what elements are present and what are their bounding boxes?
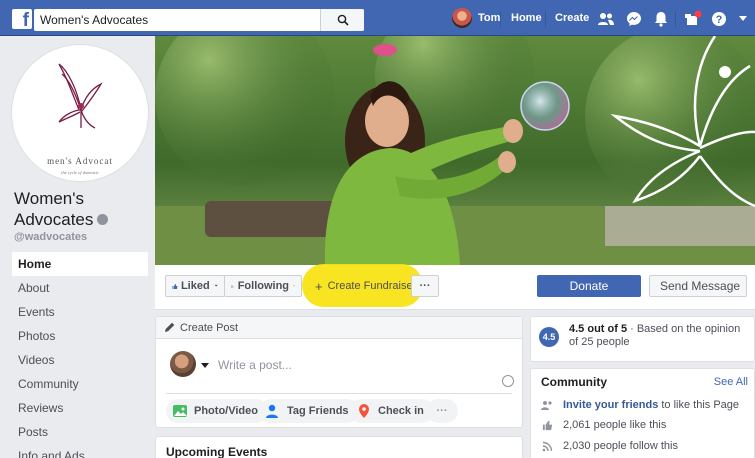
sidebar-item-info-and-ads[interactable]: Info and Ads bbox=[12, 444, 148, 458]
photo-video-button[interactable]: Photo/Video bbox=[166, 399, 268, 423]
composer-divider bbox=[166, 393, 512, 394]
more-options-icon: ··· bbox=[436, 405, 448, 417]
liked-button[interactable]: Liked bbox=[165, 275, 225, 297]
sidebar-item-photos[interactable]: Photos bbox=[12, 324, 148, 348]
check-in-button[interactable]: Check in bbox=[350, 399, 434, 423]
search-icon bbox=[337, 14, 349, 26]
cover-image bbox=[155, 36, 755, 265]
nav-divider bbox=[500, 11, 501, 27]
sidebar-item-reviews[interactable]: Reviews bbox=[12, 396, 148, 420]
create-post-title: Create Post bbox=[180, 322, 239, 334]
community-title: Community bbox=[541, 375, 607, 389]
search-box bbox=[34, 9, 364, 31]
cover-photo[interactable] bbox=[155, 36, 755, 265]
rating-badge: 4.5 bbox=[539, 327, 559, 347]
rating-summary[interactable]: 4.5 out of 5 · Based on the opinion of 2… bbox=[569, 323, 749, 349]
people-icon bbox=[541, 399, 553, 411]
user-name: Tom bbox=[478, 12, 501, 24]
rating-card: 4.5 4.5 out of 5 · Based on the opinion … bbox=[530, 316, 755, 362]
tag-friends-button[interactable]: Tag Friends bbox=[259, 399, 359, 423]
nav-divider bbox=[545, 11, 546, 27]
create-link[interactable]: Create bbox=[555, 0, 589, 36]
more-composer-options-button[interactable]: ··· bbox=[426, 399, 458, 423]
verified-badge-icon bbox=[97, 214, 109, 226]
sidebar-item-community[interactable]: Community bbox=[12, 372, 148, 396]
chevron-down-icon bbox=[214, 284, 218, 287]
page-handle[interactable]: @wadvocates bbox=[14, 231, 87, 243]
messenger-icon[interactable] bbox=[624, 9, 644, 29]
search-button[interactable] bbox=[320, 9, 364, 31]
write-post-input[interactable]: Write a post... bbox=[218, 358, 292, 372]
svg-text:the cycle of domestic: the cycle of domestic bbox=[61, 170, 99, 175]
likes-count: 2,061 people like this bbox=[563, 419, 667, 431]
butterfly-logo-icon: men's Advocat the cycle of domestic bbox=[47, 63, 113, 175]
donate-label: Donate bbox=[569, 279, 609, 293]
thumbs-up-icon bbox=[541, 419, 553, 431]
plus-icon: + bbox=[315, 278, 323, 294]
emoji-icon[interactable] bbox=[502, 375, 514, 387]
pencil-icon bbox=[165, 322, 175, 332]
search-input[interactable] bbox=[40, 12, 320, 28]
see-all-link[interactable]: See All bbox=[714, 376, 748, 388]
more-options-button[interactable]: ··· bbox=[411, 275, 439, 297]
upcoming-events-title: Upcoming Events bbox=[166, 445, 268, 458]
tag-friends-icon bbox=[265, 403, 281, 419]
thumbs-up-icon bbox=[172, 283, 178, 289]
composer-avatar[interactable] bbox=[170, 351, 196, 377]
create-post-header[interactable]: Create Post bbox=[156, 317, 522, 339]
chevron-down-icon bbox=[293, 285, 295, 287]
quick-help-icon[interactable] bbox=[683, 9, 703, 29]
sidebar-item-home[interactable]: Home bbox=[12, 252, 148, 276]
profile-link[interactable]: Tom bbox=[452, 0, 500, 36]
user-avatar bbox=[452, 8, 472, 28]
send-message-button[interactable]: Send Message bbox=[649, 275, 747, 297]
sidebar-item-posts[interactable]: Posts bbox=[12, 420, 148, 444]
top-navigation-bar: f Tom Home Create ? bbox=[0, 0, 755, 36]
page-action-bar: Liked Following + Create Fundraiser ··· … bbox=[155, 264, 755, 310]
create-fundraiser-button[interactable]: + Create Fundraiser bbox=[309, 275, 417, 297]
location-pin-icon bbox=[356, 403, 372, 419]
upcoming-events-card: Upcoming Events bbox=[155, 436, 523, 458]
create-fundraiser-label: Create Fundraiser bbox=[327, 280, 417, 292]
invite-friends-link[interactable]: Invite your friends bbox=[563, 399, 658, 411]
send-message-label: Send Message bbox=[660, 279, 741, 293]
follows-row: 2,030 people follow this bbox=[541, 440, 678, 452]
nav-divider bbox=[675, 11, 676, 27]
page-profile-picture[interactable]: men's Advocat the cycle of domestic bbox=[12, 45, 148, 181]
sidebar-item-events[interactable]: Events bbox=[12, 300, 148, 324]
check-in-label: Check in bbox=[378, 405, 424, 417]
sidebar-item-videos[interactable]: Videos bbox=[12, 348, 148, 372]
rss-follow-icon bbox=[231, 284, 234, 288]
page-sidebar-nav: Home About Events Photos Videos Communit… bbox=[12, 252, 148, 458]
notifications-bell-icon[interactable] bbox=[651, 9, 671, 29]
tag-friends-label: Tag Friends bbox=[287, 405, 349, 417]
following-button[interactable]: Following bbox=[224, 275, 302, 297]
more-options-icon: ··· bbox=[419, 280, 431, 292]
liked-label: Liked bbox=[180, 280, 210, 292]
following-label: Following bbox=[237, 280, 290, 292]
photo-video-label: Photo/Video bbox=[194, 405, 258, 417]
svg-text:?: ? bbox=[716, 14, 723, 26]
rss-follow-icon bbox=[541, 440, 553, 452]
sidebar-item-about[interactable]: About bbox=[12, 276, 148, 300]
account-menu-caret-icon[interactable] bbox=[733, 9, 753, 29]
photo-icon bbox=[172, 403, 188, 419]
facebook-logo-icon[interactable]: f bbox=[12, 9, 32, 29]
page-title[interactable]: Women's Advocates bbox=[14, 188, 154, 230]
page-title-text: Women's Advocates bbox=[14, 189, 94, 229]
likes-row: 2,061 people like this bbox=[541, 419, 666, 431]
svg-text:men's Advocat: men's Advocat bbox=[47, 156, 113, 166]
community-card: Community See All Invite your friends to … bbox=[530, 368, 755, 458]
friend-requests-icon[interactable] bbox=[596, 9, 616, 29]
rating-score: 4.5 out of 5 bbox=[569, 323, 628, 335]
home-link[interactable]: Home bbox=[511, 0, 542, 36]
donate-button[interactable]: Donate bbox=[537, 275, 641, 297]
help-icon[interactable]: ? bbox=[709, 9, 729, 29]
audience-caret-icon[interactable] bbox=[201, 363, 209, 368]
invite-friends-row: Invite your friends to like this Page bbox=[541, 399, 739, 411]
follows-count: 2,030 people follow this bbox=[563, 440, 678, 452]
create-post-composer: Create Post Write a post... Photo/Video … bbox=[155, 316, 523, 428]
invite-friends-text: to like this Page bbox=[661, 399, 740, 411]
